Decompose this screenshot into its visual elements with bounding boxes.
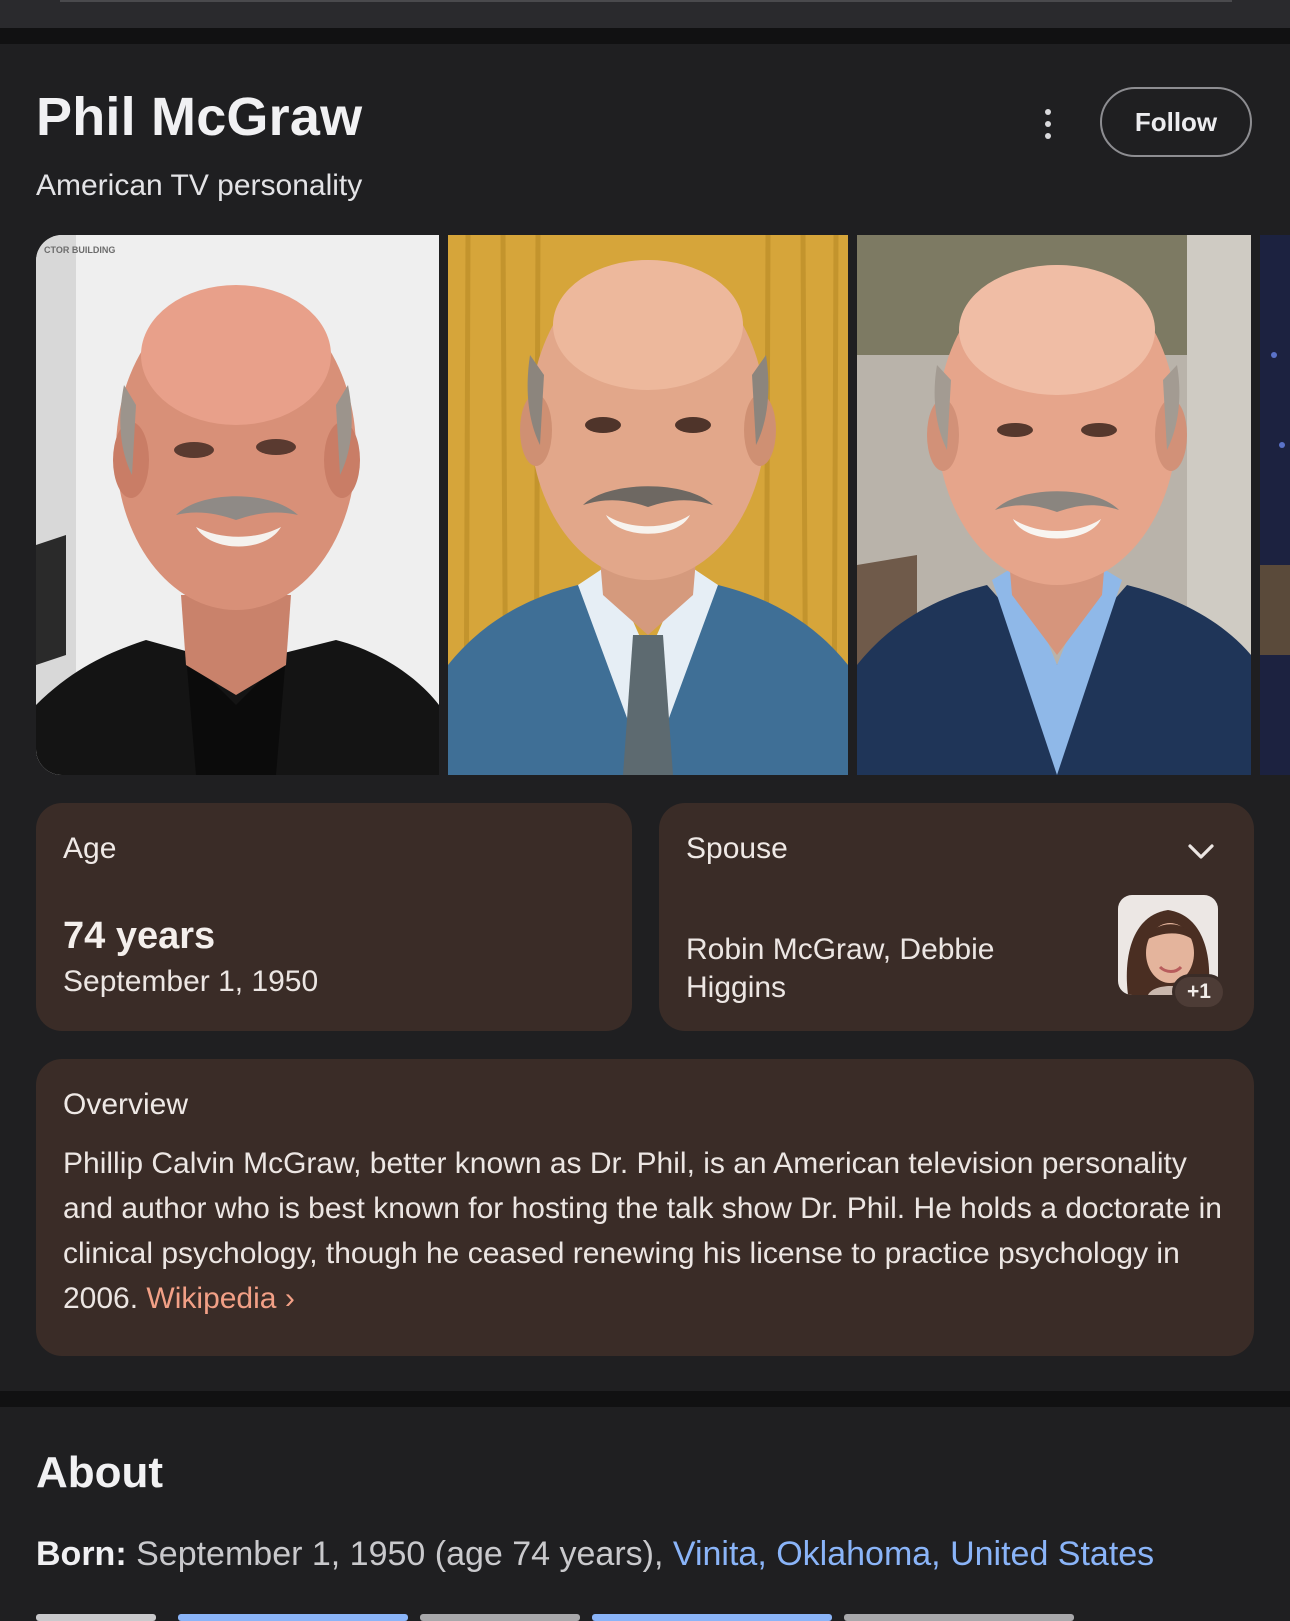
gallery-photo-1[interactable]: CTOR BUILDING (36, 235, 439, 775)
born-value: September 1, 1950 (age 74 years), (136, 1535, 664, 1573)
image-gallery[interactable]: CTOR BUILDING (36, 235, 1290, 775)
more-spouses-badge[interactable]: +1 (1172, 974, 1226, 1010)
entity-title: Phil McGraw (36, 87, 363, 147)
gallery-photo-3[interactable] (857, 235, 1251, 775)
birthplace-link[interactable]: Vinita, Oklahoma, United States (673, 1535, 1154, 1573)
more-spouses-count: +1 (1175, 977, 1223, 1007)
about-heading: About (36, 1448, 164, 1497)
born-fact: Born: September 1, 1950 (age 74 years), … (36, 1535, 1276, 1574)
section-divider (0, 1391, 1290, 1407)
spouse-fact-row-partial (36, 1604, 1276, 1621)
age-label: Age (63, 832, 117, 865)
spouse-label: Spouse (686, 832, 788, 865)
age-card[interactable]: Age 74 years September 1, 1950 (36, 803, 632, 1031)
search-bar-divider (60, 0, 1232, 2)
dot (1045, 109, 1051, 115)
overview-text: Phillip Calvin McGraw, better known as D… (63, 1141, 1223, 1321)
chevron-down-icon[interactable] (1186, 836, 1216, 866)
born-label: Born: (36, 1535, 127, 1573)
search-bar-edge (0, 0, 1290, 28)
photo-caption: CTOR BUILDING (44, 245, 115, 255)
dot (1045, 133, 1051, 139)
chevron-right-icon: › (284, 1282, 295, 1315)
section-divider (0, 28, 1290, 44)
dot (1045, 121, 1051, 127)
age-value: 74 years (63, 915, 216, 957)
overview-card: Overview Phillip Calvin McGraw, better k… (36, 1059, 1254, 1356)
wikipedia-link-label: Wikipedia (146, 1282, 277, 1315)
entity-subtitle: American TV personality (36, 169, 363, 202)
gallery-photo-2[interactable] (448, 235, 848, 775)
gallery-photo-4[interactable] (1260, 235, 1290, 775)
overview-label: Overview (63, 1088, 189, 1121)
spouse-names[interactable]: Robin McGraw, Debbie Higgins (686, 931, 1086, 1007)
follow-button[interactable]: Follow (1100, 87, 1252, 157)
birth-date: September 1, 1950 (63, 965, 319, 998)
more-vert-icon[interactable] (1028, 100, 1068, 148)
wikipedia-link[interactable]: Wikipedia › (146, 1282, 294, 1315)
